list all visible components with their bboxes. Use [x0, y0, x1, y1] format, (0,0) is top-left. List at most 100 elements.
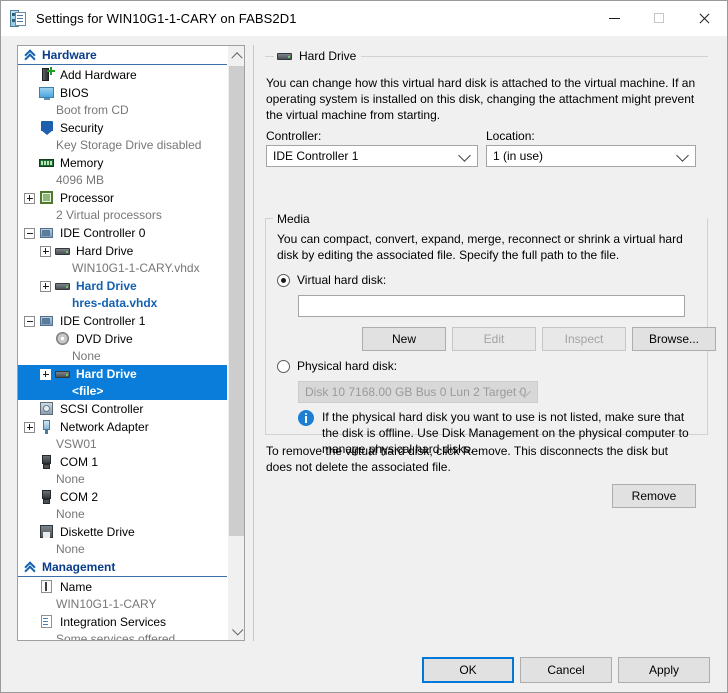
radio-indicator-icon	[277, 273, 290, 287]
expand-icon[interactable]	[40, 280, 51, 292]
chevrons-up-icon	[24, 49, 37, 62]
remove-button[interactable]: Remove	[612, 484, 696, 508]
security-shield-icon	[39, 120, 55, 136]
physical-hard-disk-radio-label: Physical hard disk:	[297, 359, 398, 373]
collapse-icon[interactable]	[24, 315, 35, 327]
tree-node: SCSI Controller	[18, 400, 228, 418]
tree-item-label: Diskette Drive	[60, 525, 135, 539]
minimize-button[interactable]	[592, 1, 637, 36]
expander-spacer-icon	[24, 88, 35, 99]
scroll-down-button[interactable]	[228, 623, 244, 640]
tree-item-scsi-controller[interactable]: SCSI Controller	[18, 400, 228, 418]
location-label: Location:	[486, 129, 535, 143]
tree-item-sublabel: None	[56, 542, 85, 556]
processor-icon	[39, 190, 55, 206]
physical-hard-disk-radio[interactable]: Physical hard disk:	[277, 359, 397, 373]
expand-icon[interactable]	[40, 245, 51, 257]
tree-node: Hard Drive hres-data.vhdx	[18, 277, 228, 312]
hard-drive-group-legend: Hard Drive	[274, 48, 362, 63]
com-port-icon	[39, 489, 55, 505]
tree-item-ide-controller-0[interactable]: IDE Controller 0	[18, 224, 228, 242]
dialog-button-bar: OK Cancel Apply	[1, 648, 727, 692]
scrollbar-thumb[interactable]	[229, 66, 244, 536]
com-port-icon	[39, 454, 55, 470]
controller-label: Controller:	[266, 129, 322, 143]
tree-item-label: COM 1	[60, 455, 99, 469]
caption-buttons	[592, 1, 727, 36]
tree-item-integration-services[interactable]: Integration Services	[18, 613, 228, 631]
tree-item-network-adapter[interactable]: Network Adapter	[18, 418, 228, 436]
tree-item-bios[interactable]: BIOS	[18, 84, 228, 102]
expand-icon[interactable]	[24, 421, 35, 433]
tree-item-com-1[interactable]: COM 1	[18, 453, 228, 471]
tree-item-processor[interactable]: Processor	[18, 189, 228, 207]
expander-spacer-icon	[24, 527, 35, 538]
tree-node: BIOS Boot from CD	[18, 84, 228, 119]
tree-item-sublabel: 2 Virtual processors	[56, 208, 162, 222]
new-button[interactable]: New	[362, 327, 446, 351]
tree-item-security[interactable]: Security	[18, 119, 228, 137]
tree-group-header[interactable]: Hardware	[18, 46, 228, 65]
settings-navigation-tree[interactable]: Hardware Add Hardware BIOS Boot from CD Secu…	[17, 45, 245, 641]
tree-item-hard-drive[interactable]: Hard Drive	[18, 365, 228, 383]
tree-item-label: SCSI Controller	[60, 402, 144, 416]
tree-group-header[interactable]: Management	[18, 558, 228, 577]
bios-icon	[39, 85, 55, 101]
tree-item-diskette-drive[interactable]: Diskette Drive	[18, 523, 228, 541]
tree-item-label: BIOS	[60, 86, 89, 100]
ok-button[interactable]: OK	[422, 657, 514, 683]
expand-icon[interactable]	[40, 368, 51, 380]
tree-item-sublabel: VSW01	[56, 437, 97, 451]
tree-item-memory[interactable]: Memory	[18, 154, 228, 172]
apply-button[interactable]: Apply	[618, 657, 710, 683]
settings-dialog-window: Settings for WIN10G1-1-CARY on FABS2D1 H…	[0, 0, 728, 693]
tree-item-sublabel: hres-data.vhdx	[72, 296, 158, 310]
expander-spacer-icon	[24, 617, 35, 628]
hard-drive-icon	[55, 366, 71, 382]
tree-item-dvd-drive[interactable]: DVD Drive	[18, 330, 228, 348]
tree-item-sublabel: <file>	[18, 383, 228, 400]
memory-icon	[39, 155, 55, 171]
hard-drive-groupbox: Hard Drive	[265, 48, 708, 63]
browse-button[interactable]: Browse...	[632, 327, 716, 351]
vhd-path-input[interactable]	[298, 295, 685, 317]
tree-item-sublabel: 4096 MB	[56, 173, 105, 187]
tree-scrollbar[interactable]	[227, 46, 244, 640]
close-icon	[699, 13, 710, 24]
expander-spacer-icon	[40, 334, 51, 345]
close-button[interactable]	[682, 1, 727, 36]
tree-item-hard-drive[interactable]: Hard Drive	[18, 277, 228, 295]
tree-node: Processor 2 Virtual processors	[18, 189, 228, 224]
location-value: 1 (in use)	[493, 149, 544, 163]
tree-item-label: DVD Drive	[76, 332, 133, 346]
tree-node: IDE Controller 1	[18, 312, 228, 330]
tree-item-add-hardware[interactable]: Add Hardware	[18, 66, 228, 84]
tree-item-label: IDE Controller 1	[60, 314, 146, 328]
tree-item-sublabel: Key Storage Drive disabled	[56, 138, 202, 152]
inspect-button: Inspect	[542, 327, 626, 351]
tree-node: IDE Controller 0	[18, 224, 228, 242]
expand-icon[interactable]	[24, 192, 35, 204]
expander-spacer-icon	[24, 158, 35, 169]
hard-drive-icon	[55, 278, 71, 294]
scroll-up-button[interactable]	[228, 46, 244, 63]
tree-item-sublabel: WIN10G1-1-CARY	[56, 597, 157, 611]
tree-item-label: Hard Drive	[76, 244, 134, 258]
tree-item-hard-drive[interactable]: Hard Drive	[18, 242, 228, 260]
tree-node: Add Hardware	[18, 66, 228, 84]
remove-description: To remove the virtual hard disk, click R…	[266, 444, 668, 474]
virtual-hard-disk-radio[interactable]: Virtual hard disk:	[277, 273, 386, 287]
expander-spacer-icon	[24, 457, 35, 468]
expander-spacer-icon	[24, 70, 35, 81]
hard-drive-settings-panel: Hard Drive You can change how this virtu…	[253, 45, 716, 641]
tree-item-ide-controller-1[interactable]: IDE Controller 1	[18, 312, 228, 330]
tree-item-label: Security	[60, 121, 104, 135]
collapse-icon[interactable]	[24, 227, 35, 239]
location-dropdown[interactable]: 1 (in use)	[486, 145, 696, 167]
panel-description: You can change how this virtual hard dis…	[266, 76, 696, 122]
tree-item-com-2[interactable]: COM 2	[18, 488, 228, 506]
cancel-button[interactable]: Cancel	[520, 657, 612, 683]
controller-dropdown[interactable]: IDE Controller 1	[266, 145, 478, 167]
tree-item-name[interactable]: Name	[18, 578, 228, 596]
network-adapter-icon	[39, 419, 55, 435]
